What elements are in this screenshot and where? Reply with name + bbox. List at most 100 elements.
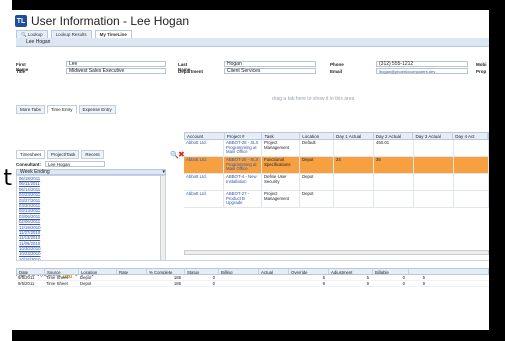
first-name-field[interactable]: Lee xyxy=(66,61,166,67)
table-row[interactable]: Abbott Ltd. ABBOT-28 - SLX Programming at… xyxy=(184,157,489,174)
table-cell: 9 xyxy=(422,281,425,286)
grid-column-header[interactable]: Day 2 Actual xyxy=(374,133,414,139)
grid-header: Account Project # Task Location Day 1 Actual… xyxy=(184,132,489,140)
table-row[interactable]: Abbott Ltd. ABBOT-28 - SLX Programming at… xyxy=(184,140,489,157)
detail-column-header[interactable]: Location xyxy=(79,269,117,274)
table-cell: 450.01 xyxy=(374,140,414,156)
page-title: User Information - Lee Hogan xyxy=(31,14,190,28)
table-cell: Project Management xyxy=(262,191,300,207)
table-cell: 5 xyxy=(422,275,425,280)
title-field[interactable]: Midwest Sales Executive xyxy=(66,68,166,74)
tab-recent[interactable]: Recent xyxy=(81,150,104,159)
mobile-label: Mobi xyxy=(476,62,487,67)
table-cell xyxy=(116,275,146,280)
grid-column-header[interactable]: Day 4 Act xyxy=(453,133,488,139)
table-cell xyxy=(258,275,288,280)
table-cell: Abbott Ltd. xyxy=(184,157,224,173)
grid-column-header[interactable]: Account xyxy=(185,133,225,139)
detail-column-header[interactable]: Source xyxy=(45,269,79,274)
table-cell xyxy=(414,191,454,207)
grid-horizontal-scrollbar[interactable] xyxy=(184,250,489,255)
table-cell: 0 xyxy=(402,275,405,280)
detail-column-header[interactable]: % Complete xyxy=(147,269,185,274)
table-cell: Abbott Ltd. xyxy=(184,191,224,207)
table-cell: Depot xyxy=(80,281,92,286)
detail-column-header[interactable]: Actual xyxy=(259,269,289,274)
app-window: TL User Information - Lee Hogan 🔍 Lookup… xyxy=(12,10,489,330)
tab-timesheet[interactable]: Timesheet xyxy=(16,150,45,159)
table-cell: 5 xyxy=(322,275,325,280)
table-cell xyxy=(454,174,489,190)
table-cell xyxy=(334,140,374,156)
detail-column-header[interactable]: Status xyxy=(185,269,219,274)
table-cell: ABBOT-4 - New Installation xyxy=(224,174,262,190)
grid-column-header[interactable]: Project # xyxy=(225,133,263,139)
table-cell: Project Management xyxy=(262,140,300,156)
tab-project-task[interactable]: Project/Task xyxy=(46,150,80,159)
table-cell: Functional Specifications xyxy=(262,157,300,173)
table-cell: Depot xyxy=(80,275,92,280)
detail-column-header[interactable]: Adjustment xyxy=(329,269,373,274)
week-list: 06/18/2011 06/11/2011 06/14/2011 04/23/2011… xyxy=(16,175,166,261)
table-cell: 0 xyxy=(212,281,215,286)
detail-column-header[interactable]: Billing xyxy=(219,269,259,274)
grid-column-header[interactable]: Task xyxy=(262,133,301,139)
more-tabs-bar: More Tabs Time Entry Expense Entry xyxy=(16,105,116,114)
table-cell: 9/5/2011 xyxy=(18,275,35,280)
grid-column-header[interactable]: Day 3 Actual xyxy=(413,133,454,139)
tab-time-entry[interactable]: Time Entry xyxy=(46,105,77,114)
table-row[interactable]: 9/5/2011 Time Sheet Depot 185 0 9 9 0 9 xyxy=(16,281,489,287)
detail-column-header[interactable]: Date xyxy=(17,269,45,274)
table-cell xyxy=(374,191,414,207)
table-cell xyxy=(218,281,258,286)
table-cell xyxy=(454,140,489,156)
entry-detail-grid: Date Source Location Rate% Complete Status Bi… xyxy=(16,268,489,287)
table-cell: 36 xyxy=(374,157,414,173)
table-cell: Abbott Ltd. xyxy=(184,140,224,156)
detail-grid-header: Date Source Location Rate% Complete Status Bi… xyxy=(16,268,489,275)
table-cell xyxy=(454,191,489,207)
phone-field[interactable]: (312) 555-1212 xyxy=(376,61,468,67)
breadcrumb: Lee Hogan xyxy=(16,38,489,47)
detail-column-header[interactable]: Billable xyxy=(373,269,409,274)
prop-label: Prop xyxy=(476,69,487,74)
time-entry-grid: Account Project # Task Location Day 1 Actual… xyxy=(184,132,489,208)
table-cell: Depot xyxy=(300,157,334,173)
table-cell: 9 xyxy=(366,281,369,286)
department-label: Department xyxy=(178,69,204,74)
table-cell: ABBOT-28 - SLX Programming at Main Offic… xyxy=(224,157,262,173)
app-logo: TL xyxy=(15,15,27,27)
table-row[interactable]: Abbott Ltd. ABBOT-27 - Product B Upgrade P… xyxy=(184,191,489,208)
title-label: Title xyxy=(16,69,26,74)
table-cell xyxy=(414,174,454,190)
week-list-scrollbar[interactable] xyxy=(160,176,165,260)
grid-column-header[interactable]: Day 1 Actual xyxy=(334,133,374,139)
grid-column-header[interactable]: Location xyxy=(300,133,335,139)
email-field[interactable]: lhogan@phoenixcomputers.dev xyxy=(376,68,468,74)
table-cell xyxy=(218,275,258,280)
table-cell: Depot xyxy=(300,174,334,190)
tab-expense-entry[interactable]: Expense Entry xyxy=(78,105,116,114)
table-cell xyxy=(414,140,454,156)
phone-label: Phone xyxy=(330,62,344,67)
title-bar: TL User Information - Lee Hogan xyxy=(15,13,189,29)
tab-more-tabs[interactable]: More Tabs xyxy=(16,105,45,114)
email-label: Email xyxy=(330,69,343,74)
table-cell: 0 xyxy=(402,281,405,286)
table-cell: 9 xyxy=(322,281,325,286)
consultant-label: Consultant: xyxy=(16,161,41,167)
detail-column-header[interactable]: Rate xyxy=(117,269,147,274)
consultant-field[interactable]: Lee Hogan xyxy=(45,161,105,167)
chevron-down-icon: ▾ xyxy=(162,169,165,175)
drag-hint: drag a tab here to show it in this area xyxy=(272,96,355,102)
last-name-field[interactable]: Hogan xyxy=(224,61,316,67)
detail-column-header[interactable]: Override xyxy=(289,269,329,274)
table-cell: 9/5/2011 xyxy=(18,281,35,286)
table-cell: Define User Security xyxy=(262,174,300,190)
table-row[interactable]: Abbott Ltd. ABBOT-4 - New Installation Def… xyxy=(184,174,489,191)
table-cell xyxy=(454,157,489,173)
department-field[interactable]: Client Services xyxy=(224,68,316,74)
table-cell: 185 xyxy=(173,281,181,286)
table-cell: Time Sheet xyxy=(46,275,68,280)
search-icon: 🔍 xyxy=(21,32,27,37)
